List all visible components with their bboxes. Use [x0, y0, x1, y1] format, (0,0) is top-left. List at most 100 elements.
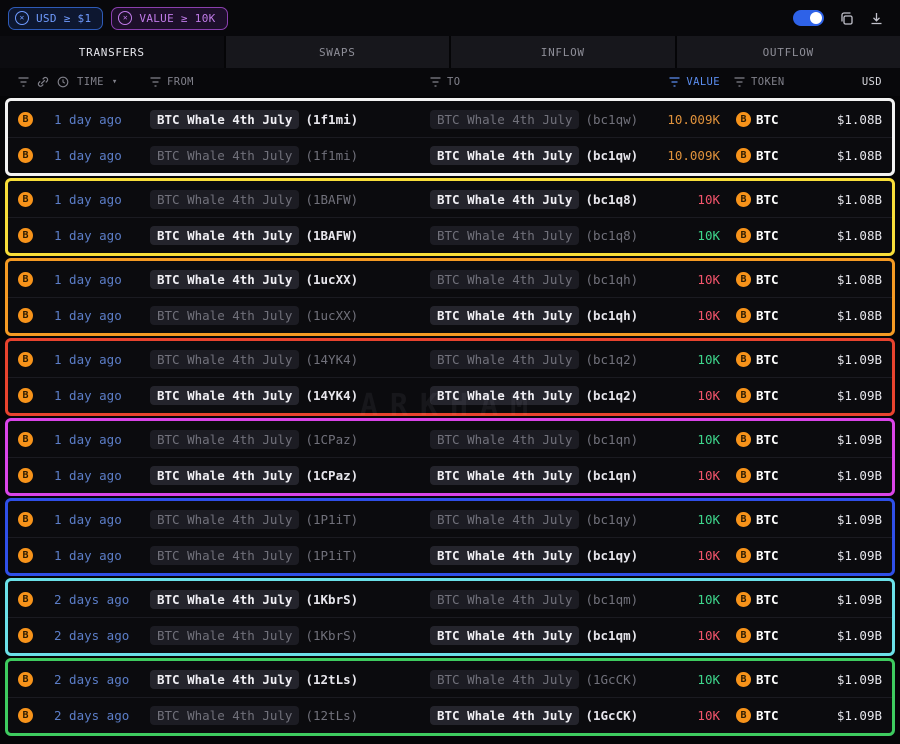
- transfer-row[interactable]: B2 days agoBTC Whale 4th July(12tLs)BTC …: [8, 697, 892, 733]
- to-entity[interactable]: BTC Whale 4th July: [430, 306, 579, 325]
- token-cell[interactable]: BBTC: [720, 628, 798, 643]
- from-address-tag[interactable]: (1CPaz): [305, 468, 358, 483]
- token-cell[interactable]: BBTC: [720, 148, 798, 163]
- to-entity[interactable]: BTC Whale 4th July: [430, 386, 579, 405]
- to-entity[interactable]: BTC Whale 4th July: [430, 546, 579, 565]
- tab-swaps[interactable]: SWAPS: [226, 36, 450, 68]
- to-address-tag[interactable]: (bc1qh): [585, 308, 636, 323]
- from-address-tag[interactable]: (1BAFW): [305, 192, 358, 207]
- from-entity[interactable]: BTC Whale 4th July: [150, 306, 299, 325]
- from-entity[interactable]: BTC Whale 4th July: [150, 386, 299, 405]
- to-entity[interactable]: BTC Whale 4th July: [430, 146, 579, 165]
- token-cell[interactable]: BBTC: [720, 548, 798, 563]
- transfer-row[interactable]: B1 day agoBTC Whale 4th July(1BAFW)BTC W…: [8, 181, 892, 217]
- copy-icon[interactable]: [839, 11, 854, 26]
- transfer-row[interactable]: B2 days agoBTC Whale 4th July(12tLs)BTC …: [8, 661, 892, 697]
- transfer-row[interactable]: B1 day agoBTC Whale 4th July(1f1mi)BTC W…: [8, 101, 892, 137]
- from-entity[interactable]: BTC Whale 4th July: [150, 350, 299, 369]
- from-address-tag[interactable]: (12tLs): [305, 672, 358, 687]
- to-entity[interactable]: BTC Whale 4th July: [430, 190, 579, 209]
- from-entity[interactable]: BTC Whale 4th July: [150, 626, 299, 645]
- to-address-tag[interactable]: (bc1q8): [585, 192, 636, 207]
- from-address-tag[interactable]: (1f1mi): [305, 148, 358, 163]
- to-address-tag[interactable]: (bc1qm): [585, 628, 636, 643]
- token-cell[interactable]: BBTC: [720, 272, 798, 287]
- from-address-tag[interactable]: (1P1iT): [305, 512, 358, 527]
- remove-filter-icon[interactable]: ✕: [15, 11, 29, 25]
- to-address-tag[interactable]: (bc1q2): [585, 388, 636, 403]
- download-icon[interactable]: [869, 11, 884, 26]
- time-column-header[interactable]: TIME ▾: [18, 76, 150, 88]
- token-cell[interactable]: BBTC: [720, 308, 798, 323]
- transfer-row[interactable]: B1 day agoBTC Whale 4th July(14YK4)BTC W…: [8, 341, 892, 377]
- to-address-tag[interactable]: (1GcCK): [585, 672, 636, 687]
- to-address-tag[interactable]: (bc1qw): [585, 148, 636, 163]
- from-entity[interactable]: BTC Whale 4th July: [150, 190, 299, 209]
- to-column-header[interactable]: TO: [430, 76, 636, 88]
- usd-column-header[interactable]: USD: [798, 76, 882, 88]
- tab-inflow[interactable]: INFLOW: [451, 36, 675, 68]
- from-address-tag[interactable]: (1ucXX): [305, 272, 358, 287]
- to-address-tag[interactable]: (bc1qm): [585, 592, 636, 607]
- to-address-tag[interactable]: (bc1qy): [585, 512, 636, 527]
- value-column-header[interactable]: VALUE: [636, 76, 720, 88]
- from-address-tag[interactable]: (12tLs): [305, 708, 358, 723]
- to-address-tag[interactable]: (bc1qn): [585, 432, 636, 447]
- from-entity[interactable]: BTC Whale 4th July: [150, 466, 299, 485]
- token-cell[interactable]: BBTC: [720, 388, 798, 403]
- to-address-tag[interactable]: (bc1q2): [585, 352, 636, 367]
- from-address-tag[interactable]: (1CPaz): [305, 432, 358, 447]
- token-cell[interactable]: BBTC: [720, 592, 798, 607]
- to-entity[interactable]: BTC Whale 4th July: [430, 350, 579, 369]
- remove-filter-icon[interactable]: ✕: [118, 11, 132, 25]
- tab-transfers[interactable]: TRANSFERS: [0, 36, 224, 68]
- from-address-tag[interactable]: (14YK4): [305, 388, 358, 403]
- token-cell[interactable]: BBTC: [720, 352, 798, 367]
- to-entity[interactable]: BTC Whale 4th July: [430, 430, 579, 449]
- to-entity[interactable]: BTC Whale 4th July: [430, 466, 579, 485]
- token-cell[interactable]: BBTC: [720, 192, 798, 207]
- to-address-tag[interactable]: (bc1q8): [585, 228, 636, 243]
- to-entity[interactable]: BTC Whale 4th July: [430, 590, 579, 609]
- to-entity[interactable]: BTC Whale 4th July: [430, 706, 579, 725]
- to-address-tag[interactable]: (bc1qy): [585, 548, 636, 563]
- from-address-tag[interactable]: (1KbrS): [305, 628, 358, 643]
- token-cell[interactable]: BBTC: [720, 432, 798, 447]
- from-entity[interactable]: BTC Whale 4th July: [150, 146, 299, 165]
- from-entity[interactable]: BTC Whale 4th July: [150, 546, 299, 565]
- from-entity[interactable]: BTC Whale 4th July: [150, 670, 299, 689]
- token-cell[interactable]: BBTC: [720, 512, 798, 527]
- toggle-switch[interactable]: [793, 10, 824, 26]
- from-entity[interactable]: BTC Whale 4th July: [150, 110, 299, 129]
- from-address-tag[interactable]: (14YK4): [305, 352, 358, 367]
- token-cell[interactable]: BBTC: [720, 672, 798, 687]
- transfer-row[interactable]: B1 day agoBTC Whale 4th July(1BAFW)BTC W…: [8, 217, 892, 253]
- to-entity[interactable]: BTC Whale 4th July: [430, 226, 579, 245]
- transfer-row[interactable]: B1 day agoBTC Whale 4th July(14YK4)BTC W…: [8, 377, 892, 413]
- from-entity[interactable]: BTC Whale 4th July: [150, 270, 299, 289]
- from-address-tag[interactable]: (1f1mi): [305, 112, 358, 127]
- token-cell[interactable]: BBTC: [720, 468, 798, 483]
- token-cell[interactable]: BBTC: [720, 112, 798, 127]
- to-entity[interactable]: BTC Whale 4th July: [430, 270, 579, 289]
- transfer-row[interactable]: B1 day agoBTC Whale 4th July(1ucXX)BTC W…: [8, 297, 892, 333]
- transfer-row[interactable]: B1 day agoBTC Whale 4th July(1CPaz)BTC W…: [8, 457, 892, 493]
- from-address-tag[interactable]: (1KbrS): [305, 592, 358, 607]
- to-address-tag[interactable]: (bc1qh): [585, 272, 636, 287]
- transfer-row[interactable]: B2 days agoBTC Whale 4th July(1KbrS)BTC …: [8, 617, 892, 653]
- to-entity[interactable]: BTC Whale 4th July: [430, 626, 579, 645]
- to-address-tag[interactable]: (bc1qn): [585, 468, 636, 483]
- from-column-header[interactable]: FROM: [150, 76, 430, 88]
- to-entity[interactable]: BTC Whale 4th July: [430, 670, 579, 689]
- tab-outflow[interactable]: OUTFLOW: [677, 36, 900, 68]
- from-address-tag[interactable]: (1BAFW): [305, 228, 358, 243]
- filter-chip-usd[interactable]: ✕ USD ≥ $1: [8, 7, 103, 30]
- transfer-row[interactable]: B1 day agoBTC Whale 4th July(1P1iT)BTC W…: [8, 501, 892, 537]
- token-cell[interactable]: BBTC: [720, 228, 798, 243]
- to-address-tag[interactable]: (bc1qw): [585, 112, 636, 127]
- to-entity[interactable]: BTC Whale 4th July: [430, 510, 579, 529]
- from-entity[interactable]: BTC Whale 4th July: [150, 430, 299, 449]
- transfer-row[interactable]: B1 day agoBTC Whale 4th July(1CPaz)BTC W…: [8, 421, 892, 457]
- from-address-tag[interactable]: (1P1iT): [305, 548, 358, 563]
- transfer-row[interactable]: B1 day agoBTC Whale 4th July(1P1iT)BTC W…: [8, 537, 892, 573]
